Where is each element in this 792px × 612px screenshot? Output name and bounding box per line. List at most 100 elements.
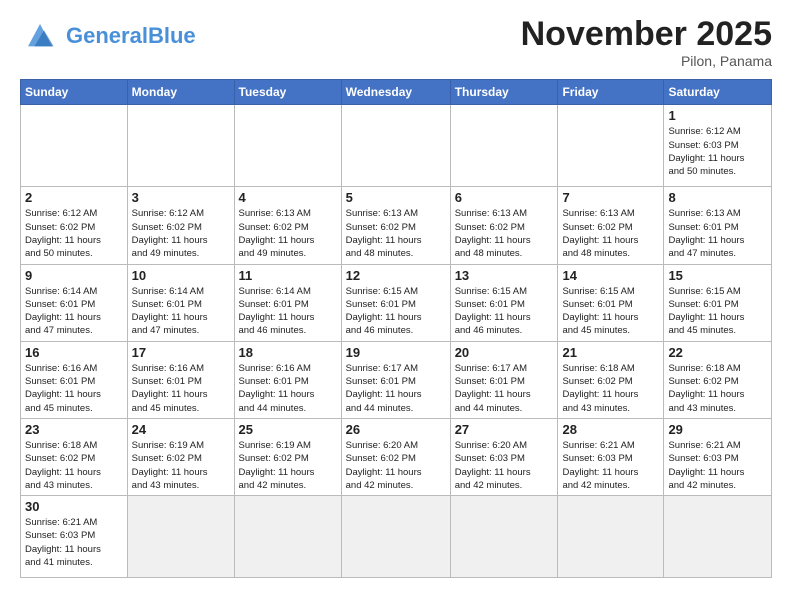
week-row-1: 1Sunrise: 6:12 AM Sunset: 6:03 PM Daylig… [21,105,772,187]
day-info: Sunrise: 6:16 AM Sunset: 6:01 PM Dayligh… [239,362,337,415]
day-info: Sunrise: 6:13 AM Sunset: 6:02 PM Dayligh… [562,207,659,260]
day-number: 1 [668,108,767,123]
title-block: November 2025 Pilon, Panama [521,16,772,69]
page: GeneralBlue November 2025 Pilon, Panama … [0,0,792,594]
day-number: 17 [132,345,230,360]
day-info: Sunrise: 6:16 AM Sunset: 6:01 PM Dayligh… [132,362,230,415]
day-number: 28 [562,422,659,437]
day-number: 3 [132,190,230,205]
weekday-header-tuesday: Tuesday [234,80,341,105]
calendar-cell: 7 Sunrise: 6:13 AM Sunset: 6:02 PM Daylig… [558,187,664,264]
day-info: Sunrise: 6:13 AM Sunset: 6:02 PM Dayligh… [346,207,446,260]
day-number: 20 [455,345,554,360]
logo-general: General [66,23,148,48]
calendar-cell [450,105,558,187]
calendar-cell: 26Sunrise: 6:20 AM Sunset: 6:02 PM Dayli… [341,418,450,495]
calendar-cell: 10 Sunrise: 6:14 AM Sunset: 6:01 PM Dayli… [127,264,234,341]
calendar-cell [127,496,234,578]
day-number: 26 [346,422,446,437]
calendar-cell: 2Sunrise: 6:12 AM Sunset: 6:02 PM Daylig… [21,187,128,264]
day-info: Sunrise: 6:15 AM Sunset: 6:01 PM Dayligh… [668,285,767,338]
calendar-cell: 4 Sunrise: 6:13 AM Sunset: 6:02 PM Daylig… [234,187,341,264]
day-number: 15 [668,268,767,283]
calendar-cell: 18 Sunrise: 6:16 AM Sunset: 6:01 PM Dayli… [234,341,341,418]
calendar-cell [664,496,772,578]
day-number: 4 [239,190,337,205]
day-number: 11 [239,268,337,283]
day-info: Sunrise: 6:14 AM Sunset: 6:01 PM Dayligh… [132,285,230,338]
day-number: 24 [132,422,230,437]
calendar-cell: 15 Sunrise: 6:15 AM Sunset: 6:01 PM Dayli… [664,264,772,341]
day-info: Sunrise: 6:17 AM Sunset: 6:01 PM Dayligh… [455,362,554,415]
calendar-cell: 25Sunrise: 6:19 AM Sunset: 6:02 PM Dayli… [234,418,341,495]
week-row-5: 23 Sunrise: 6:18 AM Sunset: 6:02 PM Dayli… [21,418,772,495]
weekday-header-thursday: Thursday [450,80,558,105]
day-info: Sunrise: 6:21 AM Sunset: 6:03 PM Dayligh… [562,439,659,492]
day-number: 19 [346,345,446,360]
day-number: 23 [25,422,123,437]
day-info: Sunrise: 6:20 AM Sunset: 6:03 PM Dayligh… [455,439,554,492]
calendar-cell: 27 Sunrise: 6:20 AM Sunset: 6:03 PM Dayli… [450,418,558,495]
calendar-cell: 29Sunrise: 6:21 AM Sunset: 6:03 PM Dayli… [664,418,772,495]
calendar-cell: 5 Sunrise: 6:13 AM Sunset: 6:02 PM Daylig… [341,187,450,264]
day-number: 14 [562,268,659,283]
calendar-cell: 24 Sunrise: 6:19 AM Sunset: 6:02 PM Dayli… [127,418,234,495]
calendar-cell [450,496,558,578]
day-number: 30 [25,499,123,514]
calendar-cell [21,105,128,187]
calendar-cell: 16 Sunrise: 6:16 AM Sunset: 6:01 PM Dayli… [21,341,128,418]
day-number: 6 [455,190,554,205]
calendar-cell: 8 Sunrise: 6:13 AM Sunset: 6:01 PM Daylig… [664,187,772,264]
day-number: 27 [455,422,554,437]
day-info: Sunrise: 6:18 AM Sunset: 6:02 PM Dayligh… [562,362,659,415]
calendar-cell: 19 Sunrise: 6:17 AM Sunset: 6:01 PM Dayli… [341,341,450,418]
location-subtitle: Pilon, Panama [521,53,772,69]
day-info: Sunrise: 6:14 AM Sunset: 6:01 PM Dayligh… [25,285,123,338]
calendar-cell: 21Sunrise: 6:18 AM Sunset: 6:02 PM Dayli… [558,341,664,418]
calendar-cell [234,496,341,578]
week-row-6: 30 Sunrise: 6:21 AM Sunset: 6:03 PM Dayli… [21,496,772,578]
day-info: Sunrise: 6:12 AM Sunset: 6:02 PM Dayligh… [132,207,230,260]
calendar-cell [558,496,664,578]
logo: GeneralBlue [20,16,196,56]
calendar-cell [341,496,450,578]
weekday-header-wednesday: Wednesday [341,80,450,105]
day-info: Sunrise: 6:16 AM Sunset: 6:01 PM Dayligh… [25,362,123,415]
day-info: Sunrise: 6:13 AM Sunset: 6:02 PM Dayligh… [239,207,337,260]
calendar-cell: 12Sunrise: 6:15 AM Sunset: 6:01 PM Dayli… [341,264,450,341]
day-number: 16 [25,345,123,360]
day-number: 5 [346,190,446,205]
calendar-cell: 1Sunrise: 6:12 AM Sunset: 6:03 PM Daylig… [664,105,772,187]
day-number: 13 [455,268,554,283]
day-info: Sunrise: 6:19 AM Sunset: 6:02 PM Dayligh… [132,439,230,492]
calendar-cell: 6 Sunrise: 6:13 AM Sunset: 6:02 PM Daylig… [450,187,558,264]
calendar-cell: 13Sunrise: 6:15 AM Sunset: 6:01 PM Dayli… [450,264,558,341]
day-number: 10 [132,268,230,283]
calendar-cell [341,105,450,187]
calendar-table: SundayMondayTuesdayWednesdayThursdayFrid… [20,79,772,578]
calendar-cell: 22Sunrise: 6:18 AM Sunset: 6:02 PM Dayli… [664,341,772,418]
logo-icon [20,16,60,56]
day-info: Sunrise: 6:18 AM Sunset: 6:02 PM Dayligh… [25,439,123,492]
logo-text: GeneralBlue [66,25,196,47]
calendar-cell: 30 Sunrise: 6:21 AM Sunset: 6:03 PM Dayli… [21,496,128,578]
day-number: 18 [239,345,337,360]
day-info: Sunrise: 6:13 AM Sunset: 6:01 PM Dayligh… [668,207,767,260]
day-info: Sunrise: 6:18 AM Sunset: 6:02 PM Dayligh… [668,362,767,415]
day-info: Sunrise: 6:21 AM Sunset: 6:03 PM Dayligh… [668,439,767,492]
weekday-header-friday: Friday [558,80,664,105]
day-number: 8 [668,190,767,205]
weekday-header-sunday: Sunday [21,80,128,105]
calendar-cell [127,105,234,187]
header: GeneralBlue November 2025 Pilon, Panama [20,16,772,69]
day-info: Sunrise: 6:13 AM Sunset: 6:02 PM Dayligh… [455,207,554,260]
week-row-2: 2Sunrise: 6:12 AM Sunset: 6:02 PM Daylig… [21,187,772,264]
day-number: 7 [562,190,659,205]
day-info: Sunrise: 6:14 AM Sunset: 6:01 PM Dayligh… [239,285,337,338]
calendar-cell: 20 Sunrise: 6:17 AM Sunset: 6:01 PM Dayli… [450,341,558,418]
day-info: Sunrise: 6:21 AM Sunset: 6:03 PM Dayligh… [25,516,123,569]
calendar-cell [234,105,341,187]
calendar-cell: 28 Sunrise: 6:21 AM Sunset: 6:03 PM Dayli… [558,418,664,495]
weekday-header-row: SundayMondayTuesdayWednesdayThursdayFrid… [21,80,772,105]
day-info: Sunrise: 6:17 AM Sunset: 6:01 PM Dayligh… [346,362,446,415]
